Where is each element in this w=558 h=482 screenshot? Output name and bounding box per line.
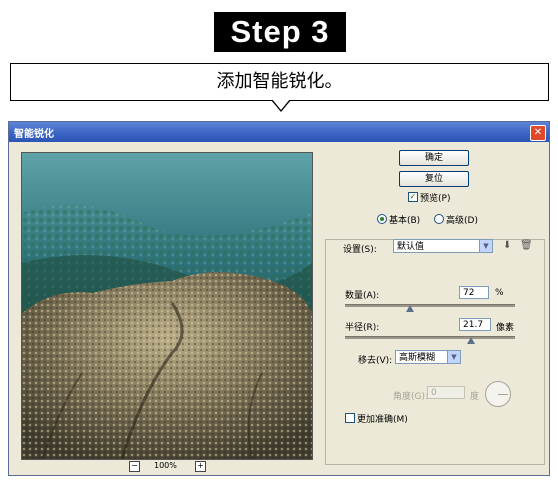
callout-pointer-fill: [272, 99, 290, 110]
amount-slider[interactable]: [345, 304, 515, 307]
more-accurate-checkbox[interactable]: [345, 413, 355, 423]
more-accurate-label: 更加准确(M): [357, 415, 408, 425]
chevron-down-icon: ▼: [447, 351, 460, 363]
angle-unit: 度: [470, 392, 480, 402]
angle-value: 0: [431, 388, 437, 398]
smart-sharpen-dialog: 智能锐化 ✕ − 100% + 确定 复位 ✓ 预览(P) 基本(B) 高级(D…: [8, 121, 550, 476]
dialog-titlebar: 智能锐化 ✕: [9, 122, 549, 142]
close-icon[interactable]: ✕: [530, 125, 546, 141]
amount-value: 72: [463, 288, 475, 298]
radius-unit: 像素: [496, 323, 515, 333]
coral-underwater-photo: [22, 153, 312, 459]
radius-field[interactable]: 21.7: [459, 318, 491, 331]
remove-label: 移去(V):: [358, 356, 393, 366]
chevron-down-icon: ▼: [479, 240, 492, 252]
angle-label: 角度(G):: [393, 392, 429, 402]
radius-label: 半径(R):: [345, 323, 380, 333]
reset-button[interactable]: 复位: [399, 171, 469, 187]
remove-select[interactable]: 高斯模糊 ▼: [395, 350, 461, 364]
preview-checkbox[interactable]: ✓: [408, 192, 418, 202]
settings-select[interactable]: 默认值 ▼: [393, 239, 493, 253]
radius-value: 21.7: [463, 320, 484, 330]
zoom-in-button[interactable]: +: [195, 461, 206, 472]
amount-unit: %: [495, 288, 504, 298]
angle-dial: [485, 381, 511, 407]
basic-label: 基本(B): [389, 216, 421, 226]
radius-slider-thumb[interactable]: [467, 337, 475, 344]
ok-button[interactable]: 确定: [399, 150, 469, 166]
image-preview[interactable]: [21, 152, 313, 460]
radius-slider[interactable]: [345, 336, 515, 339]
trash-icon[interactable]: 🗑: [520, 240, 533, 251]
settings-value: 默认值: [397, 242, 425, 252]
instruction-callout: 添加智能锐化。: [10, 63, 549, 101]
settings-label: 设置(S):: [343, 245, 377, 255]
step-banner: Step 3: [214, 12, 346, 52]
zoom-controls: − 100% +: [129, 460, 209, 472]
advanced-label: 高级(D): [446, 216, 478, 226]
angle-field: 0: [427, 386, 465, 399]
amount-label: 数量(A):: [345, 291, 380, 301]
angle-indicator: [498, 394, 508, 395]
basic-radio[interactable]: [377, 214, 387, 224]
amount-slider-thumb[interactable]: [406, 305, 414, 312]
remove-value: 高斯模糊: [399, 353, 436, 363]
amount-field[interactable]: 72: [459, 286, 489, 299]
advanced-radio[interactable]: [434, 214, 444, 224]
save-preset-icon[interactable]: ⬇: [503, 240, 511, 251]
instruction-text: 添加智能锐化。: [216, 71, 343, 92]
basic-radio-dot: [380, 217, 384, 221]
dialog-title: 智能锐化: [14, 129, 54, 140]
preview-label: 预览(P): [420, 194, 451, 204]
zoom-level: 100%: [154, 461, 177, 470]
zoom-out-button[interactable]: −: [129, 461, 140, 472]
